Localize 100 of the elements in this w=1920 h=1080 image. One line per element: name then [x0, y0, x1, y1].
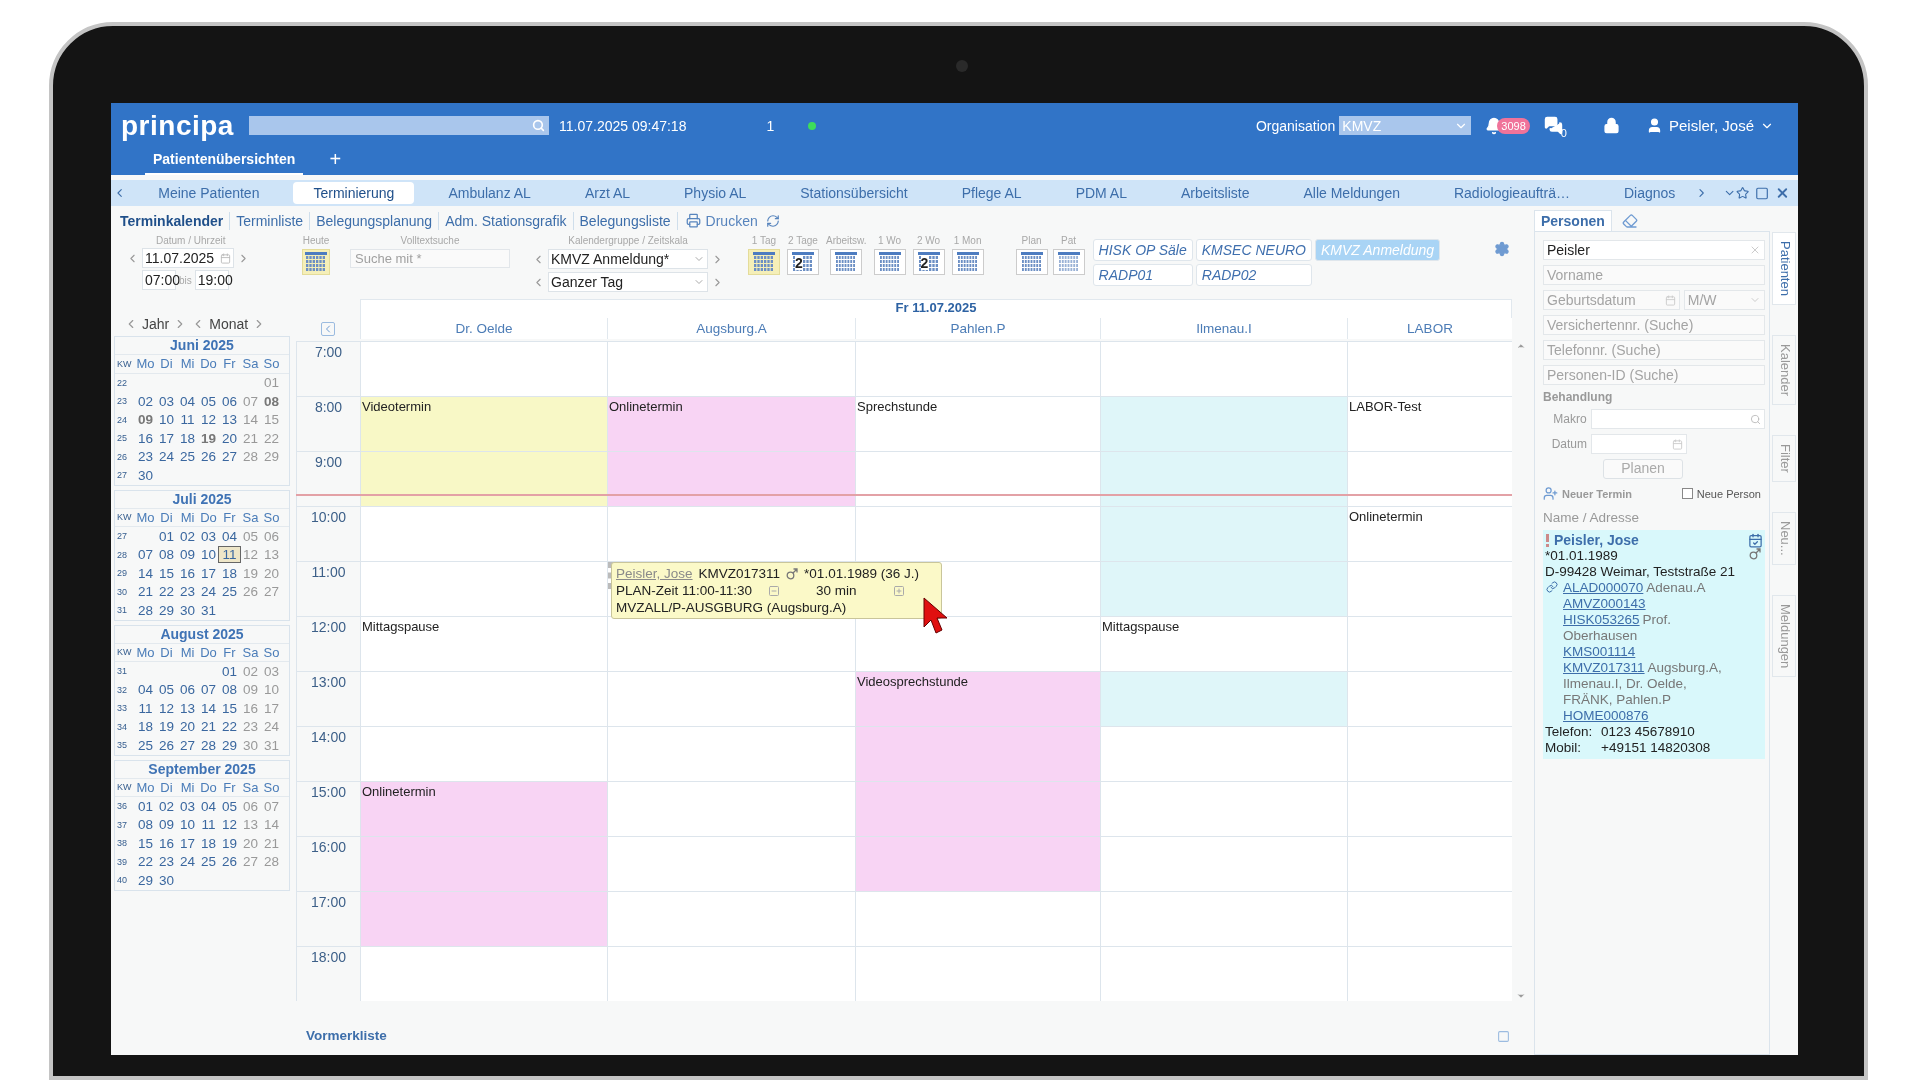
- checkbox[interactable]: [1681, 488, 1693, 499]
- calendar-day[interactable]: 10: [177, 817, 198, 833]
- calendar-day[interactable]: 28: [135, 602, 156, 618]
- view-button[interactable]: [873, 249, 906, 275]
- calendar-day[interactable]: 10: [261, 682, 282, 698]
- plus-icon[interactable]: [892, 584, 905, 597]
- appointment[interactable]: LABOR-Test: [1348, 397, 1512, 451]
- scale-select[interactable]: Ganzer Tag: [548, 272, 708, 292]
- calendar-day[interactable]: 21: [135, 584, 156, 600]
- settings-icon[interactable]: [1494, 241, 1510, 257]
- calendar-day[interactable]: 05: [240, 528, 261, 544]
- lock-icon[interactable]: [1602, 117, 1620, 134]
- calendar-day[interactable]: 09: [240, 682, 261, 698]
- nav-tab[interactable]: Diagnos: [1603, 182, 1696, 204]
- calendar-day[interactable]: 08: [261, 393, 282, 409]
- calendar-day[interactable]: 22: [261, 430, 282, 446]
- calendar-day[interactable]: 18: [219, 565, 240, 581]
- patient-card[interactable]: [1543, 530, 1765, 759]
- group-chip[interactable]: KMSEC NEURO: [1195, 239, 1312, 261]
- favorite-icon[interactable]: [1735, 185, 1750, 201]
- view-button[interactable]: [951, 249, 984, 275]
- calendar-day[interactable]: 14: [135, 565, 156, 581]
- calendar-day[interactable]: 17: [198, 565, 219, 581]
- sub-tab[interactable]: Adm. Stationsgrafik: [439, 211, 574, 230]
- calendar-day[interactable]: 19: [156, 719, 177, 735]
- calendar-day[interactable]: 23: [156, 854, 177, 870]
- calendar-day[interactable]: 10: [156, 412, 177, 428]
- case-link[interactable]: KMS001114: [1563, 644, 1636, 659]
- side-tab[interactable]: Kalender: [1772, 334, 1796, 405]
- calendar-day[interactable]: 13: [261, 547, 282, 563]
- calendar-day[interactable]: 17: [156, 430, 177, 446]
- macro-field[interactable]: [1590, 409, 1765, 429]
- calendar-day[interactable]: 06: [177, 682, 198, 698]
- calendar-day[interactable]: 02: [177, 528, 198, 544]
- calendar-day[interactable]: 28: [240, 449, 261, 465]
- nav-tab[interactable]: Alle Meldungen: [1283, 182, 1420, 204]
- calendar-day[interactable]: 15: [156, 565, 177, 581]
- nav-tab[interactable]: Pflege AL: [941, 182, 1042, 204]
- calendar-day[interactable]: 11: [198, 817, 219, 833]
- calendar-day[interactable]: 30: [156, 872, 177, 888]
- calendar-day[interactable]: 15: [219, 700, 240, 716]
- calendar-day[interactable]: 07: [261, 798, 282, 814]
- calendar-day[interactable]: 12: [198, 412, 219, 428]
- calendar-day[interactable]: 26: [156, 737, 177, 753]
- calendar-day[interactable]: 29: [156, 602, 177, 618]
- panel-tab[interactable]: Personen: [1534, 210, 1612, 231]
- calendar-day[interactable]: 11: [219, 547, 240, 563]
- calendar-day[interactable]: 13: [240, 817, 261, 833]
- case-link[interactable]: HOME000876: [1563, 708, 1649, 723]
- nav-tab[interactable]: Meine Patienten: [138, 182, 280, 204]
- calendar-day[interactable]: 01: [156, 528, 177, 544]
- appointment[interactable]: Onlinetermin: [1348, 507, 1512, 561]
- calendar-day[interactable]: 11: [135, 700, 156, 716]
- availability-block[interactable]: [608, 452, 855, 506]
- nav-tab[interactable]: Radiologieaufträ…: [1433, 182, 1590, 204]
- user-menu[interactable]: Peisler, José: [1668, 117, 1754, 134]
- clear-icon[interactable]: [1749, 244, 1761, 256]
- calendar-day[interactable]: 23: [135, 449, 156, 465]
- sub-tab[interactable]: Belegungsliste: [573, 211, 678, 230]
- calendar-day[interactable]: 22: [156, 584, 177, 600]
- group-chip[interactable]: RADP02: [1195, 264, 1312, 286]
- calendar-day[interactable]: 08: [156, 547, 177, 563]
- calendar-day[interactable]: 05: [198, 393, 219, 409]
- calendar-day[interactable]: 20: [177, 719, 198, 735]
- calendar-day[interactable]: 29: [219, 737, 240, 753]
- calendar-day[interactable]: 16: [240, 700, 261, 716]
- add-tab-button[interactable]: +: [329, 148, 342, 175]
- calendar-day[interactable]: 16: [156, 835, 177, 851]
- calendar-day[interactable]: 07: [198, 682, 219, 698]
- calendar-day[interactable]: 26: [240, 584, 261, 600]
- calendar-day[interactable]: 27: [177, 737, 198, 753]
- calendar-day[interactable]: 10: [198, 547, 219, 563]
- calendar-day[interactable]: 02: [156, 798, 177, 814]
- view-button[interactable]: 2: [787, 249, 819, 275]
- calendar-day[interactable]: 13: [219, 412, 240, 428]
- calendar-day[interactable]: 11: [177, 412, 198, 428]
- calendar-day[interactable]: 19: [240, 565, 261, 581]
- calendar-day[interactable]: 26: [198, 449, 219, 465]
- calendar-check-icon[interactable]: [1748, 532, 1763, 548]
- calendar-day[interactable]: 29: [261, 449, 282, 465]
- calendar-day[interactable]: 08: [135, 817, 156, 833]
- calendar-day[interactable]: 01: [219, 663, 240, 679]
- today-button[interactable]: [302, 249, 330, 275]
- calendar-day[interactable]: 04: [198, 798, 219, 814]
- calendar-day[interactable]: 01: [135, 798, 156, 814]
- calendar-day[interactable]: 12: [156, 700, 177, 716]
- search-field[interactable]: [249, 116, 549, 135]
- date-field[interactable]: [1591, 434, 1687, 454]
- case-link[interactable]: AMVZ000143: [1563, 596, 1646, 611]
- patient-name[interactable]: Peisler, Jose: [1554, 532, 1639, 548]
- calendar-day[interactable]: 29: [135, 872, 156, 888]
- sub-tab[interactable]: Terminkalender: [114, 211, 231, 230]
- calendar-day[interactable]: 21: [198, 719, 219, 735]
- calendar-day[interactable]: 03: [198, 528, 219, 544]
- calendar-day[interactable]: 15: [261, 412, 282, 428]
- calendar-day[interactable]: 08: [219, 682, 240, 698]
- appointment[interactable]: Mittagspause: [1101, 617, 1347, 671]
- add-user-icon[interactable]: [1543, 486, 1558, 501]
- patient-link[interactable]: Peisler, Jose: [616, 565, 693, 582]
- side-tab[interactable]: Patienten: [1772, 232, 1796, 305]
